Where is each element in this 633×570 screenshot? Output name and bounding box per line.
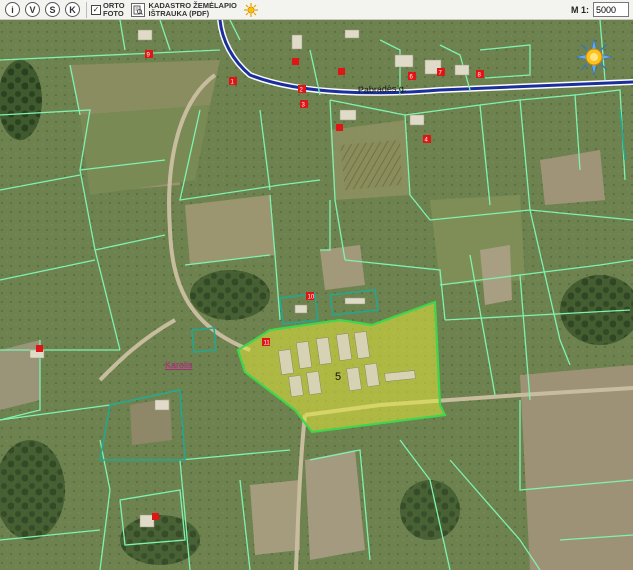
orto-foto-toggle[interactable]: ✓ ORTO FOTO (91, 1, 125, 18)
sun-icon[interactable] (243, 2, 259, 18)
house-marker[interactable] (338, 68, 345, 75)
svg-text:11: 11 (264, 341, 271, 347)
kadastro-line2: IŠTRAUKA (PDF) (148, 8, 210, 18)
svg-text:10: 10 (308, 295, 315, 301)
compass-icon[interactable] (575, 38, 613, 76)
parcel-marker[interactable]: 11 (262, 338, 270, 347)
selected-parcel-number: 5 (335, 371, 341, 383)
map-view[interactable]: Pabradės g. Karolis 5 1 2 3 4 6 7 8 9 10… (0, 20, 633, 570)
scale-control: M 1: (571, 2, 629, 17)
v-button[interactable]: V (25, 2, 40, 17)
parcel-marker[interactable]: 7 (437, 68, 445, 77)
parcel-marker[interactable]: 9 (145, 50, 153, 59)
parcel-marker[interactable]: 2 (298, 85, 306, 94)
pdf-extract-icon[interactable] (130, 2, 145, 17)
s-button[interactable]: S (45, 2, 60, 17)
k-button[interactable]: K (65, 2, 80, 17)
orto-label-line2: FOTO (103, 8, 124, 18)
orto-foto-label: ORTO FOTO (103, 1, 125, 18)
house-marker[interactable] (336, 124, 343, 131)
orto-foto-checkbox[interactable]: ✓ (91, 4, 101, 15)
parcel-marker[interactable]: 10 (306, 292, 315, 301)
map-canvas[interactable]: Pabradės g. Karolis 5 1 2 3 4 6 7 8 9 10… (0, 20, 633, 570)
parcel-marker[interactable]: 8 (476, 70, 484, 79)
toolbar-divider (86, 1, 87, 18)
scale-input[interactable] (593, 2, 629, 17)
house-marker[interactable] (292, 58, 299, 65)
parcel-marker[interactable]: 4 (423, 135, 431, 144)
parcel-marker[interactable]: 1 (229, 77, 237, 86)
house-marker[interactable] (152, 513, 159, 520)
place-label[interactable]: Karolis (165, 360, 193, 370)
info-button[interactable]: i (5, 2, 20, 17)
parcel-marker[interactable]: 3 (300, 100, 308, 109)
map-toolbar: i V S K ✓ ORTO FOTO KADASTRO ŽEMĖLAPIO I… (0, 0, 633, 20)
kadastro-extract-link[interactable]: KADASTRO ŽEMĖLAPIO IŠTRAUKA (PDF) (148, 1, 237, 18)
scale-label: M 1: (571, 4, 589, 15)
house-marker[interactable] (36, 345, 43, 352)
parcel-marker[interactable]: 6 (408, 72, 416, 81)
street-label: Pabradės g. (358, 83, 407, 95)
